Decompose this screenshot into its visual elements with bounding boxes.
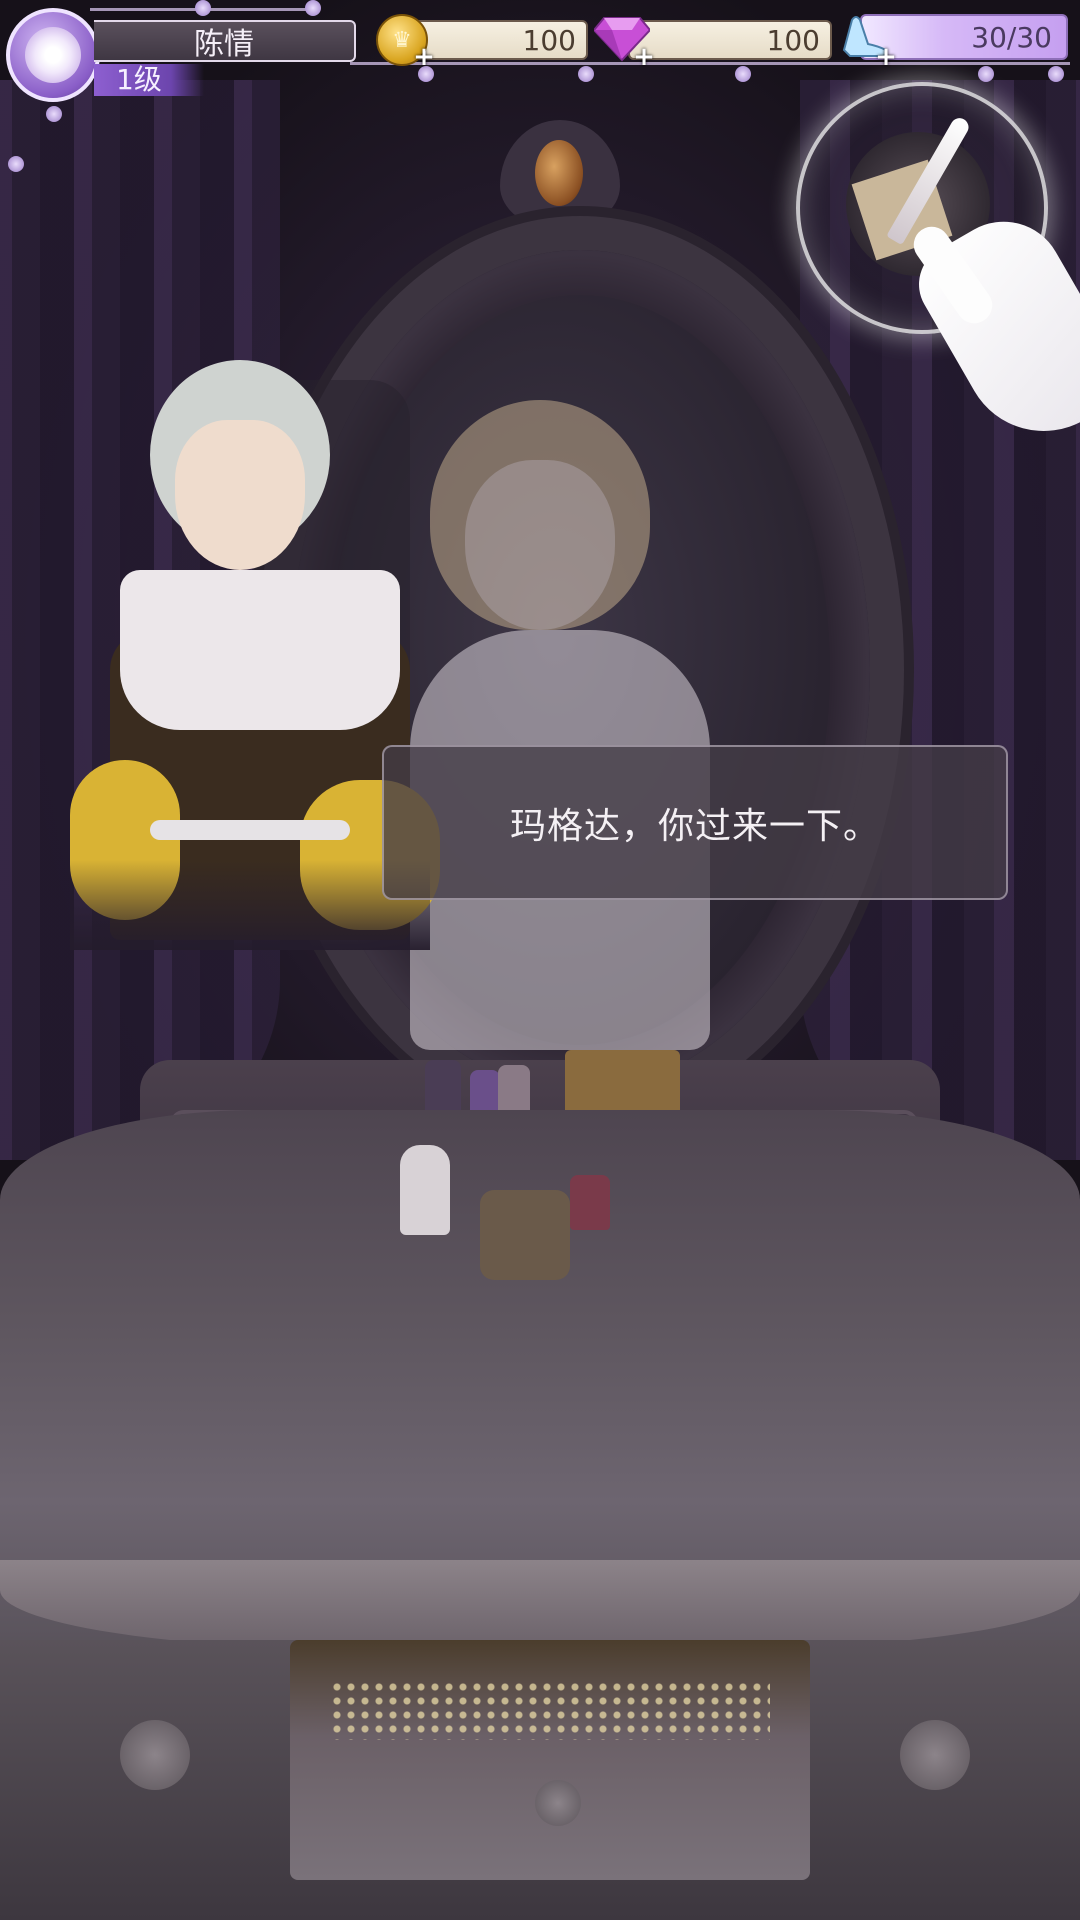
open-drawer [290, 1640, 810, 1880]
gold-counter: 100 [412, 20, 588, 60]
rose-ornament [1048, 66, 1064, 82]
vanity-edge [0, 1560, 1080, 1650]
gold-value: 100 [522, 23, 576, 57]
rose-ornament [195, 0, 211, 16]
diamond-counter: 100 [628, 20, 832, 60]
rose-ornament [46, 106, 62, 122]
rose-ornament [978, 66, 994, 82]
stamina-value: 30/30 [971, 20, 1052, 54]
game-scene[interactable]: 玛格达，你过来一下。 [0, 0, 1080, 1920]
player-name: 陈情 [94, 20, 356, 62]
player-level: 1级 [94, 64, 204, 96]
treasure-box [480, 1190, 570, 1280]
pearl-necklaces [330, 1680, 770, 1740]
rose-ornament [735, 66, 751, 82]
girl-reflection [410, 400, 710, 1050]
add-gold-button[interactable]: + [412, 44, 436, 70]
matron-character [70, 360, 440, 950]
rose-icon [25, 27, 81, 83]
add-stamina-button[interactable]: + [874, 44, 898, 70]
rose-ornament [8, 156, 24, 172]
lipstick-set [570, 1175, 610, 1230]
drawer-ornament-right [900, 1720, 970, 1790]
matron-belt [150, 820, 350, 840]
matron-face [175, 420, 305, 570]
vine-decoration [350, 62, 1070, 65]
lace-figurine [400, 1145, 450, 1235]
dialogue-text: 玛格达，你过来一下。 [509, 805, 880, 847]
player-name-text: 陈情 [194, 27, 254, 62]
rose-ornament [305, 0, 321, 16]
reflection-face [465, 460, 615, 630]
diamond-value: 100 [766, 23, 820, 57]
drawer-knob [535, 1780, 581, 1826]
add-diamond-button[interactable]: + [632, 44, 656, 70]
rose-ornament [578, 66, 594, 82]
top-hud: 陈情 1级 100 ♛ + 100 + 30/30 + [0, 0, 1080, 190]
dialogue-box[interactable]: 玛格达，你过来一下。 [382, 745, 1008, 900]
character-fade [70, 860, 430, 950]
matron-collar [120, 570, 400, 730]
player-avatar[interactable] [6, 8, 100, 102]
drawer-ornament-left [120, 1720, 190, 1790]
